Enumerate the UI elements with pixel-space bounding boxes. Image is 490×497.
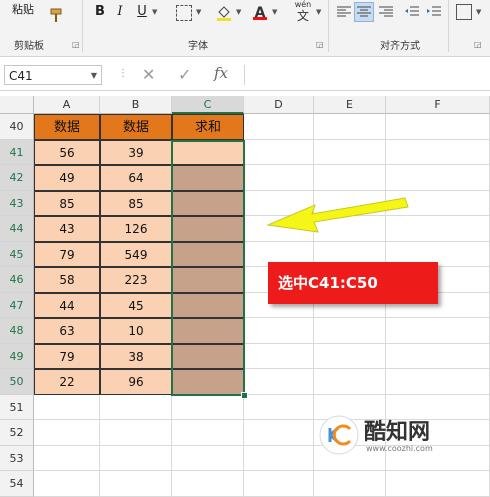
watermark-url: www.coozhi.com: [366, 444, 433, 453]
callout-box: 选中C41:C50: [268, 262, 438, 304]
watermark-title: 酷知网: [364, 420, 431, 445]
watermark: 酷知网 www.coozhi.com: [318, 412, 468, 458]
arrow-shape: [266, 197, 409, 233]
watermark-logo-icon: [319, 415, 359, 455]
callout-text: 选中C41:C50: [278, 274, 378, 292]
